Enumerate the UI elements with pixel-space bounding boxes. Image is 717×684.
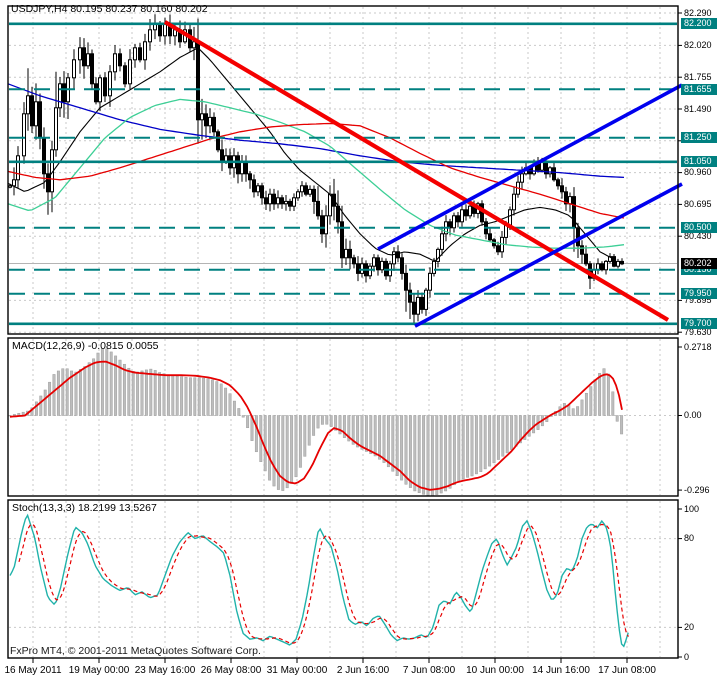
price-level-badge: 81.050 xyxy=(681,156,717,168)
price-level-badge: 81.250 xyxy=(681,132,717,144)
ascending-channel-upper xyxy=(377,83,683,251)
mt4-chart-window: USDJPY,H4 80.195 80.237 80.160 80.202 MA… xyxy=(0,0,717,684)
stoch-axis-label: 0 xyxy=(684,651,690,662)
price-axis-label: 80.695 xyxy=(684,198,712,209)
stoch-k-line xyxy=(9,513,629,648)
price-axis-label: 81.490 xyxy=(684,103,712,114)
price-axis-label: 80.960 xyxy=(684,167,712,178)
stochastic-indicator-label: Stoch(13,3,3) 18.2199 13.5267 xyxy=(12,502,157,514)
price-level-badge: 79.700 xyxy=(681,318,717,330)
copyright-text: FxPro MT4, © 2001-2011 MetaQuotes Softwa… xyxy=(10,645,261,657)
chart-title: USDJPY,H4 80.195 80.237 80.160 80.202 xyxy=(11,3,208,15)
price-level-badge: 82.200 xyxy=(681,18,717,30)
price-axis-label: 82.290 xyxy=(684,7,712,18)
stoch-axis-label: 100 xyxy=(684,503,700,514)
macd-layer xyxy=(8,348,624,497)
current-price-badge: 80.202 xyxy=(681,258,717,270)
stoch-axis-label: 80 xyxy=(684,533,695,544)
price-level-badge: 81.655 xyxy=(681,83,717,95)
price-axis-label: 82.020 xyxy=(684,39,712,50)
stoch-d-line xyxy=(18,523,629,644)
macd-axis-label: 0.2718 xyxy=(684,341,712,352)
time-axis-label: 17 Jun 08:00 xyxy=(598,665,656,676)
candles-layer[interactable] xyxy=(8,14,624,325)
stochastic-layer xyxy=(9,513,629,648)
macd-axis-label: -0.296 xyxy=(684,484,710,495)
price-level-badge: 80.500 xyxy=(681,222,717,234)
price-axis-label: 81.755 xyxy=(684,71,712,82)
pane-border-0 xyxy=(7,5,679,335)
macd-axis-label: 0.00 xyxy=(684,410,702,420)
price-level-badge: 79.950 xyxy=(681,288,717,300)
stoch-axis-label: 20 xyxy=(684,621,695,632)
macd-indicator-label: MACD(12,26,9) -0.0815 0.0055 xyxy=(12,340,159,352)
